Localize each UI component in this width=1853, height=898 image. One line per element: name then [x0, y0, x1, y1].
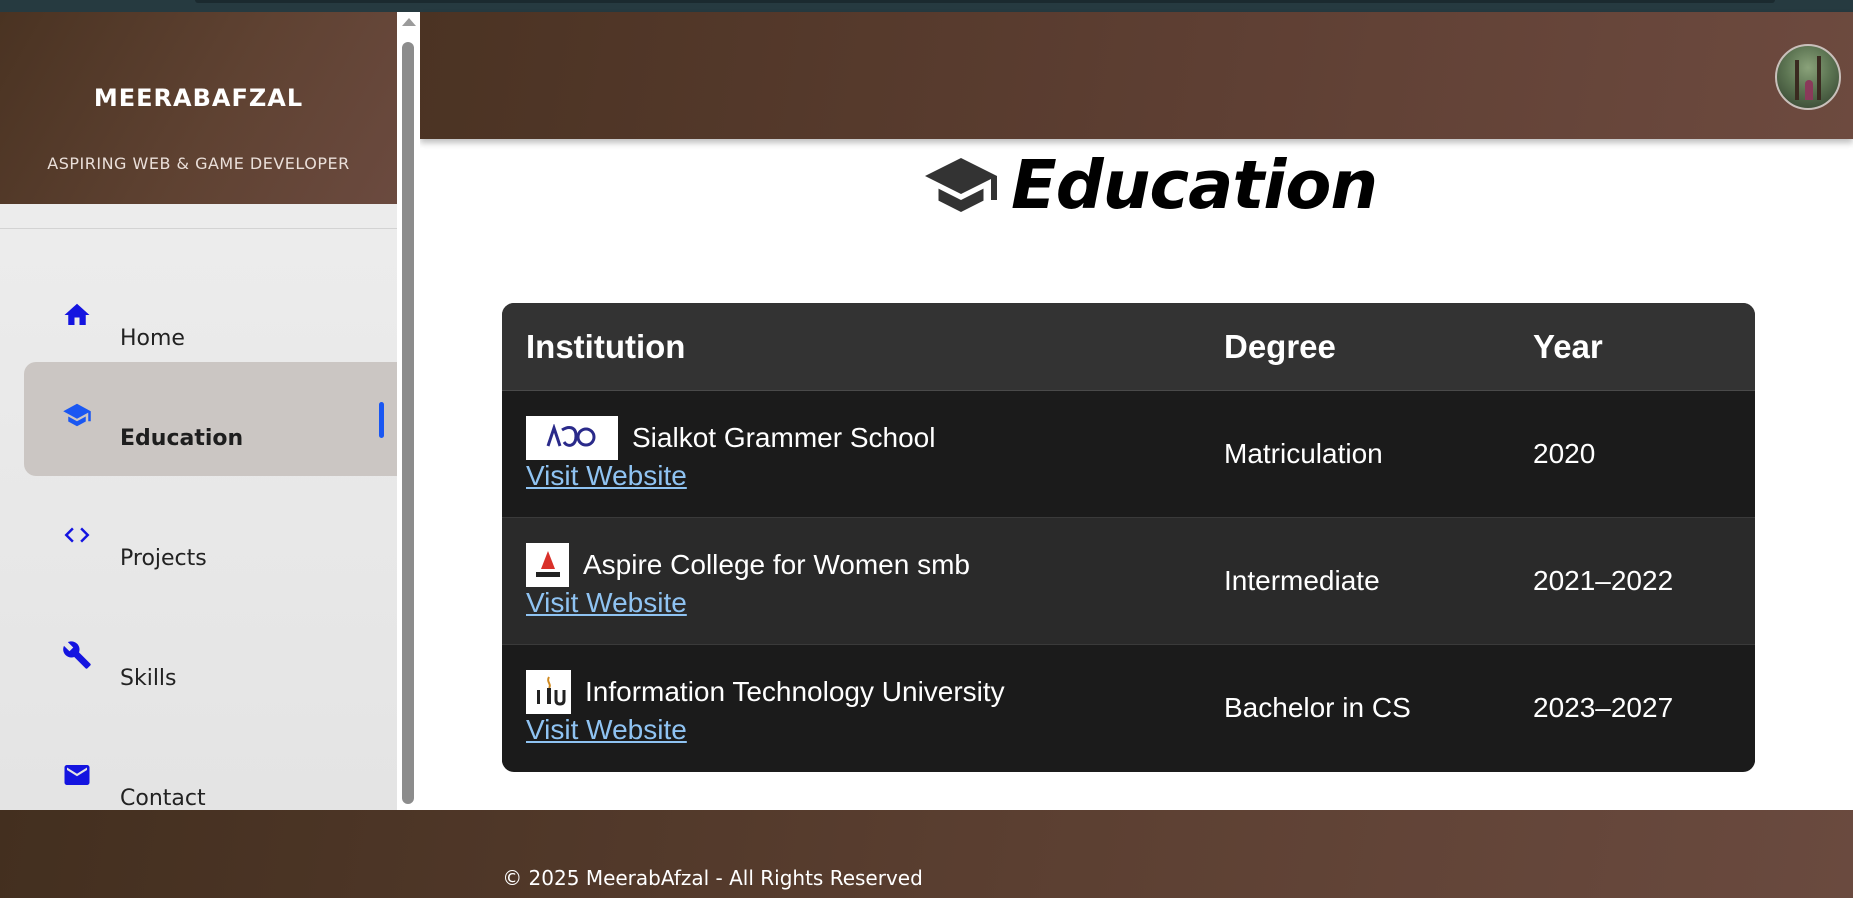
- sidebar-item-label: Education: [120, 426, 244, 451]
- school-logo: [526, 416, 618, 460]
- institution-name: Sialkot Grammer School: [632, 422, 936, 453]
- footer: © 2025 MeerabAfzal - All Rights Reserved: [0, 810, 1853, 898]
- sidebar-item-label: Skills: [120, 666, 177, 691]
- school-logo: [526, 670, 571, 714]
- scroll-up-icon[interactable]: [402, 18, 416, 26]
- degree-cell: Intermediate: [1200, 517, 1509, 645]
- table-row: Information Technology University Visit …: [502, 644, 1755, 771]
- home-icon: [64, 303, 90, 325]
- sidebar-item-education[interactable]: Education: [24, 362, 397, 476]
- visit-website-link[interactable]: Visit Website: [526, 714, 687, 746]
- brand-name: MEERABAFZAL: [93, 84, 304, 112]
- visit-website-link[interactable]: Visit Website: [526, 587, 687, 619]
- page-title-text: Education: [1011, 146, 1378, 224]
- browser-address-strip: [195, 0, 1775, 3]
- aspire-logo-mark: [535, 551, 560, 577]
- column-header-degree: Degree: [1200, 303, 1509, 391]
- visit-website-link[interactable]: Visit Website: [526, 460, 687, 492]
- sidebar-divider: [0, 228, 397, 229]
- footer-copyright: © 2025 MeerabAfzal - All Rights Reserved: [502, 866, 923, 890]
- sidebar-item-label: Contact: [120, 786, 206, 810]
- profile-avatar[interactable]: [1775, 44, 1841, 110]
- table-header-row: Institution Degree Year: [502, 303, 1755, 391]
- sidebar-scrollbar[interactable]: [397, 12, 420, 810]
- school-logo: [526, 543, 569, 587]
- column-header-year: Year: [1509, 303, 1755, 391]
- brand-tagline: ASPIRING WEB & GAME DEVELOPER: [47, 154, 350, 173]
- institution-name: Aspire College for Women smb: [583, 549, 970, 580]
- page-title: Education: [925, 140, 1378, 230]
- active-indicator: [379, 402, 384, 438]
- institution-cell: Information Technology University Visit …: [502, 644, 1200, 771]
- degree-cell: Matriculation: [1200, 390, 1509, 518]
- institution-cell: Aspire College for Women smb Visit Websi…: [502, 517, 1200, 645]
- sidebar-item-contact[interactable]: Contact: [24, 722, 397, 810]
- year-cell: 2020: [1509, 390, 1755, 518]
- wrench-icon: [63, 641, 91, 669]
- year-cell: 2021–2022: [1509, 517, 1755, 645]
- mail-icon: [64, 765, 90, 785]
- graduation-cap-icon: [925, 158, 997, 212]
- institution-line: Aspire College for Women smb: [526, 543, 1200, 587]
- table-row: Sialkot Grammer School Visit Website Mat…: [502, 390, 1755, 518]
- year-cell: 2023–2027: [1509, 644, 1755, 771]
- sidebar-item-label: Projects: [120, 546, 207, 571]
- code-icon: [64, 527, 90, 543]
- avatar-tree: [1817, 56, 1821, 100]
- itu-logo-mark: [536, 676, 565, 706]
- institution-name: Information Technology University: [585, 676, 1005, 707]
- institution-line: Information Technology University: [526, 670, 1200, 714]
- sidebar-item-projects[interactable]: Projects: [24, 482, 397, 596]
- sgs-logo-mark: [546, 424, 596, 447]
- institution-cell: Sialkot Grammer School Visit Website: [502, 390, 1200, 518]
- education-table: Institution Degree Year Sialkot Grammer …: [502, 303, 1755, 772]
- column-header-institution: Institution: [502, 303, 1200, 391]
- sidebar-item-label: Home: [120, 326, 185, 351]
- institution-line: Sialkot Grammer School: [526, 416, 1200, 460]
- avatar-person: [1805, 80, 1813, 100]
- sidebar-item-home[interactable]: Home: [24, 262, 397, 376]
- sidebar: MEERABAFZAL ASPIRING WEB & GAME DEVELOPE…: [0, 12, 397, 810]
- graduation-cap-icon: [63, 403, 91, 427]
- avatar-tree: [1795, 60, 1799, 100]
- table-row: Aspire College for Women smb Visit Websi…: [502, 517, 1755, 645]
- sidebar-header: MEERABAFZAL ASPIRING WEB & GAME DEVELOPE…: [0, 12, 397, 204]
- scrollbar-thumb[interactable]: [402, 42, 414, 804]
- browser-strip: [0, 0, 1853, 12]
- sidebar-item-skills[interactable]: Skills: [24, 602, 397, 716]
- top-header: [420, 12, 1853, 139]
- degree-cell: Bachelor in CS: [1200, 644, 1509, 771]
